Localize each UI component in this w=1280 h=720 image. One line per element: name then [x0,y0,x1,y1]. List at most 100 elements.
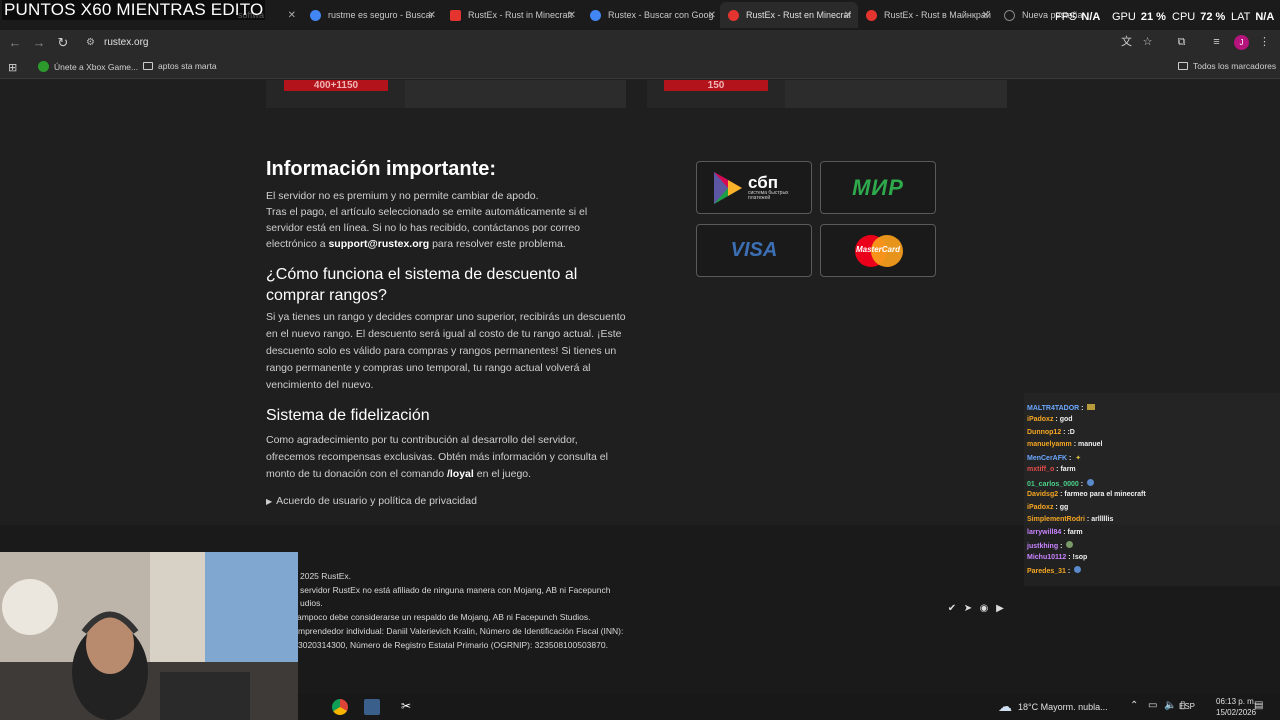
close-icon[interactable]: ✕ [844,10,852,21]
info-title: Información importante: [266,158,497,180]
vk-icon[interactable]: ✔ [946,603,958,615]
capcut-icon[interactable]: ✂ [398,699,414,715]
clock[interactable]: 06:13 p. m. 15/02/2026 [1216,696,1256,718]
chat-user: Michu10112 [1027,554,1067,561]
product-card-right-body [785,80,1007,108]
support-email[interactable]: support@rustex.org [328,238,429,250]
close-icon[interactable]: ✕ [708,10,716,21]
hud-value: N/A [1255,11,1275,23]
chat-line: Paredes_31 : [1027,566,1082,575]
tab-label: Rustex - Buscar con Goog [608,10,714,20]
bookmark-folder-aptos[interactable]: aptos sta marta [143,61,217,71]
tab-label: RustEx - Rust in Minecraft [468,10,573,20]
hud-value: 21 % [1140,11,1166,23]
translate-icon[interactable]: 文 [1119,35,1134,50]
loyalty-paragraph: Como agradecimiento por tu contribución … [266,432,621,483]
info-paragraph: El servidor no es premium y no permite c… [266,188,606,252]
browser-tab-strip: softwa ✕ rustme es seguro - Buscar ✕ Rus… [0,0,1280,30]
tab-5[interactable]: RustEx - Rust в Майнкрай ✕ [858,2,996,28]
rustex-icon [866,9,877,21]
screen: softwa ✕ rustme es seguro - Buscar ✕ Rus… [0,0,1280,720]
close-icon[interactable]: ✕ [428,10,436,21]
sbp-payment-logo: сбп система быстрых платежей [696,161,812,214]
price-button-left[interactable]: 400+1150 [284,80,388,91]
chat-line: Davidsg2 : farmeo para el minecraft [1027,491,1146,498]
price-button-right[interactable]: 150 [664,80,768,91]
tab-3[interactable]: Rustex - Buscar con Goog ✕ [582,2,722,28]
tab-4-active[interactable]: RustEx - Rust en Minecraf ✕ [720,2,858,28]
info-text-2-block: Tras el pago, el artículo seleccionado s… [266,204,606,252]
address-bar[interactable]: ⚙ rustex.org [80,32,1170,53]
lang-indicator[interactable]: ESP [1179,702,1195,711]
chat-user: iPadoxz [1027,416,1054,423]
emote-icon [1087,479,1095,486]
hud-value: 72 % [1200,11,1226,23]
emote-icon [1087,404,1096,410]
all-bookmarks-folder[interactable]: Todos los marcadores [1178,61,1276,71]
url-text: rustex.org [104,37,149,48]
reload-icon[interactable]: ↻ [55,35,71,51]
chat-message: arlllllis [1091,516,1114,523]
chat-user: SimplementRodri [1027,516,1085,523]
footer-disclaimer-1: servidor RustEx no está afiliado de ning… [300,585,611,595]
visa-text: VISA [730,239,778,261]
footer-disclaimer-5: 3020314300, Número de Registro Estatal P… [298,640,608,650]
hud-label: CPU [1172,11,1196,23]
telegram-icon[interactable]: ➤ [962,603,974,615]
chat-user: Dunnop12 [1027,429,1062,436]
back-icon[interactable]: ← [7,35,23,51]
extensions-icon[interactable]: ⧉ [1174,35,1189,50]
chat-message: :D [1067,429,1075,436]
profile-avatar[interactable]: J [1234,35,1249,50]
weather-text[interactable]: 18°C Mayorm. nubla... [1018,702,1108,712]
emote-icon: ✦ [1075,455,1082,462]
hud-value: N/A [1081,11,1101,23]
discount-paragraph: Si ya tienes un rango y decides comprar … [266,311,626,391]
webcam-feed [0,552,298,720]
hud-gpu: GPU 21 % [1112,11,1166,23]
chevron-up-icon[interactable]: ⌃ [1130,700,1138,711]
webcam-image [0,552,298,720]
volume-icon[interactable]: 🔈 [1164,700,1176,711]
close-icon[interactable]: ✕ [982,10,990,21]
xbox-icon [38,61,49,72]
chat-user: Davidsg2 [1027,491,1059,498]
chat-user: justkhing [1027,543,1059,550]
chat-line: iPadoxz : gg [1027,504,1069,511]
close-icon[interactable]: ✕ [568,10,576,21]
discount-title: ¿Cómo funciona el sistema de descuento a… [266,266,578,304]
rustex-icon [728,9,739,21]
bookmark-label: Únete a Xbox Game... [54,61,139,72]
calculator-icon[interactable] [364,699,380,715]
tab-label: RustEx - Rust en Minecraf [746,10,852,20]
chat-user: 01_carlos_0000 [1027,481,1079,488]
youtube-icon[interactable]: ▶ [994,603,1006,615]
loyalty-title: Sistema de fidelización [266,407,430,424]
loyalty-text-2: en el juego. [476,468,532,480]
chat-message: gg [1059,504,1069,511]
discord-icon[interactable]: ◉ [978,603,990,615]
sbp-main: сбп [748,173,778,192]
agreement-toggle[interactable]: ▶ Acuerdo de usuario y política de privac… [266,493,626,510]
hud-cpu: CPU 72 % [1172,11,1225,23]
tab-1[interactable]: rustme es seguro - Buscar ✕ [302,2,442,28]
chat-message: manuel [1077,441,1103,448]
chat-user: MenCerAFK [1027,455,1068,462]
site-info-icon[interactable]: ⚙ [86,32,95,53]
bookmark-star-icon[interactable]: ☆ [1140,35,1155,50]
tab-2[interactable]: RustEx - Rust in Minecraft ✕ [442,2,582,28]
mastercard-payment-logo: MasterCard [820,224,936,277]
youtube-icon [450,9,461,21]
menu-icon[interactable]: ⋮ [1257,35,1272,50]
chrome-icon[interactable] [332,699,348,715]
notifications-icon[interactable]: ▤ [1254,700,1263,711]
apps-grid-icon[interactable]: ⊞ [8,61,17,74]
info-text-3: para resolver este problema. [432,238,566,250]
bookmark-xbox[interactable]: Únete a Xbox Game... [38,61,138,72]
forward-icon[interactable]: → [31,35,47,51]
hud-label: FPS [1055,11,1077,23]
network-icon[interactable]: ▭ [1148,700,1157,711]
chat-user: iPadoxz [1027,504,1054,511]
close-icon[interactable]: ✕ [288,10,296,21]
tab-search-icon[interactable]: ≡ [1209,35,1224,50]
